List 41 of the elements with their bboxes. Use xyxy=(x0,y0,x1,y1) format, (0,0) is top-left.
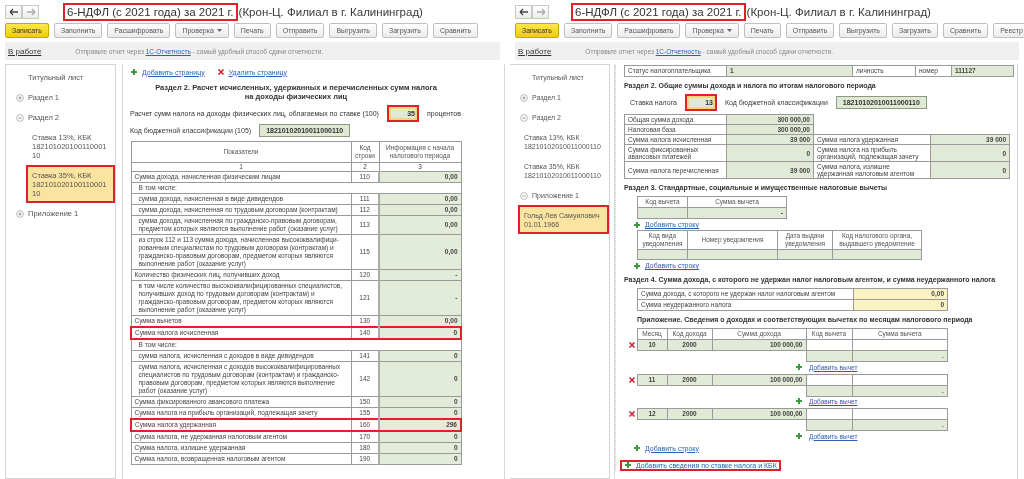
left-arrow-icon xyxy=(518,7,529,16)
cross-icon[interactable] xyxy=(628,410,636,418)
plus-icon xyxy=(795,431,803,440)
table-cell xyxy=(806,339,852,351)
right-arrow-icon xyxy=(25,7,36,16)
plus-icon xyxy=(633,220,641,229)
plus-icon xyxy=(633,261,641,270)
plus-icon xyxy=(795,362,803,371)
table-cell xyxy=(806,408,852,420)
back-button[interactable] xyxy=(515,4,532,19)
status-link[interactable]: В работе xyxy=(518,46,552,56)
plus-icon xyxy=(130,68,138,76)
minus-icon[interactable] xyxy=(520,113,528,122)
caret-icon xyxy=(726,29,732,32)
window-subtitle: (Крон-Ц. Филиал в г. Калининград) xyxy=(746,5,931,18)
plus-icon[interactable] xyxy=(16,209,24,218)
plus-icon[interactable] xyxy=(520,93,528,102)
value-cell xyxy=(637,249,688,260)
value-cell xyxy=(777,249,833,260)
cross-icon xyxy=(216,68,225,76)
cross-icon[interactable] xyxy=(628,375,636,384)
plus-icon xyxy=(624,461,632,469)
plus-icon[interactable] xyxy=(16,93,24,102)
window-title: 6-НДФЛ (с 2021 года) за 2021 г. xyxy=(571,2,746,21)
plus-icon xyxy=(633,444,641,452)
table-cell xyxy=(806,374,852,385)
back-button[interactable] xyxy=(5,4,22,19)
window-subtitle: (Крон-Ц. Филиал в г. Калининград) xyxy=(238,5,423,18)
value-cell xyxy=(806,419,852,431)
window-title: 6-НДФЛ (с 2021 года) за 2021 г. xyxy=(63,2,238,21)
value-cell xyxy=(806,385,852,396)
minus-icon[interactable] xyxy=(520,191,528,200)
value-cell xyxy=(637,207,688,219)
minus-icon[interactable] xyxy=(16,113,24,122)
caret-icon xyxy=(216,29,222,32)
status-link[interactable]: В работе xyxy=(8,46,42,56)
cross-icon[interactable] xyxy=(628,341,636,349)
left-arrow-icon xyxy=(8,7,19,16)
value-cell xyxy=(806,350,852,362)
right-arrow-icon xyxy=(535,7,546,16)
plus-icon xyxy=(795,397,803,405)
